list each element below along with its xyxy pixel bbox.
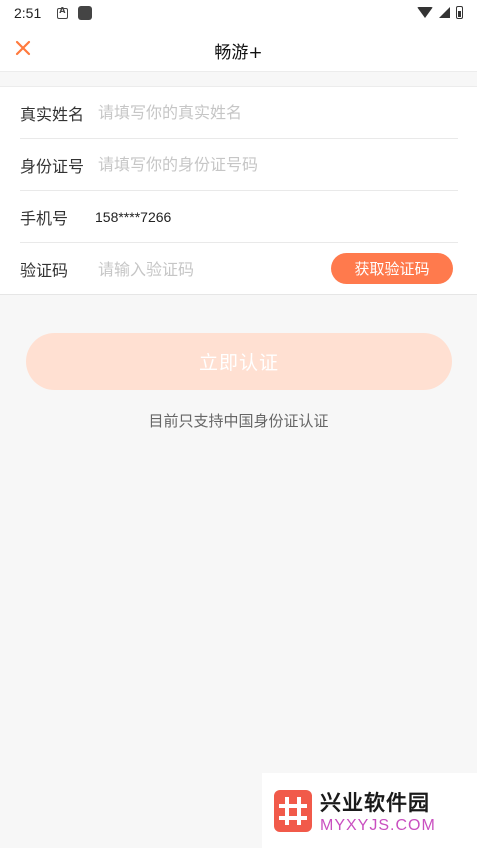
signal-icon bbox=[439, 7, 450, 18]
app-icon bbox=[78, 6, 93, 20]
status-bar: 2:51 bbox=[0, 0, 477, 26]
id-card-input[interactable] bbox=[98, 155, 458, 174]
verification-form: 真实姓名 身份证号 手机号 158****7266 验证码 获取验证码 bbox=[0, 86, 477, 295]
wifi-icon bbox=[417, 7, 433, 18]
nav-bar: 畅游+ bbox=[0, 26, 477, 72]
battery-icon bbox=[456, 6, 463, 19]
id-card-row: 身份证号 bbox=[20, 139, 458, 191]
status-time: 2:51 bbox=[14, 5, 42, 21]
phone-value: 158****7266 bbox=[95, 208, 172, 225]
support-note: 目前只支持中国身份证认证 bbox=[148, 412, 329, 430]
id-card-label: 身份证号 bbox=[20, 156, 85, 176]
watermark-text: 兴业软件园 MYXYJS.COM bbox=[320, 787, 436, 835]
notification-icon bbox=[57, 6, 69, 19]
phone-label: 手机号 bbox=[20, 208, 69, 228]
phone-row: 手机号 158****7266 bbox=[20, 191, 458, 243]
name-row: 真实姓名 bbox=[20, 87, 458, 139]
verify-now-button[interactable]: 立即认证 bbox=[26, 333, 452, 390]
name-label: 真实姓名 bbox=[20, 104, 85, 124]
watermark-logo-icon bbox=[274, 789, 312, 832]
watermark: 兴业软件园 MYXYJS.COM bbox=[262, 773, 477, 848]
page-title: 畅游+ bbox=[214, 43, 263, 63]
code-row: 验证码 获取验证码 bbox=[20, 243, 458, 295]
get-code-button[interactable]: 获取验证码 bbox=[331, 253, 453, 284]
name-input[interactable] bbox=[98, 103, 458, 122]
watermark-en: MYXYJS.COM bbox=[320, 816, 436, 834]
code-label: 验证码 bbox=[20, 261, 69, 280]
watermark-cn: 兴业软件园 bbox=[320, 790, 430, 815]
status-icons bbox=[417, 6, 463, 19]
